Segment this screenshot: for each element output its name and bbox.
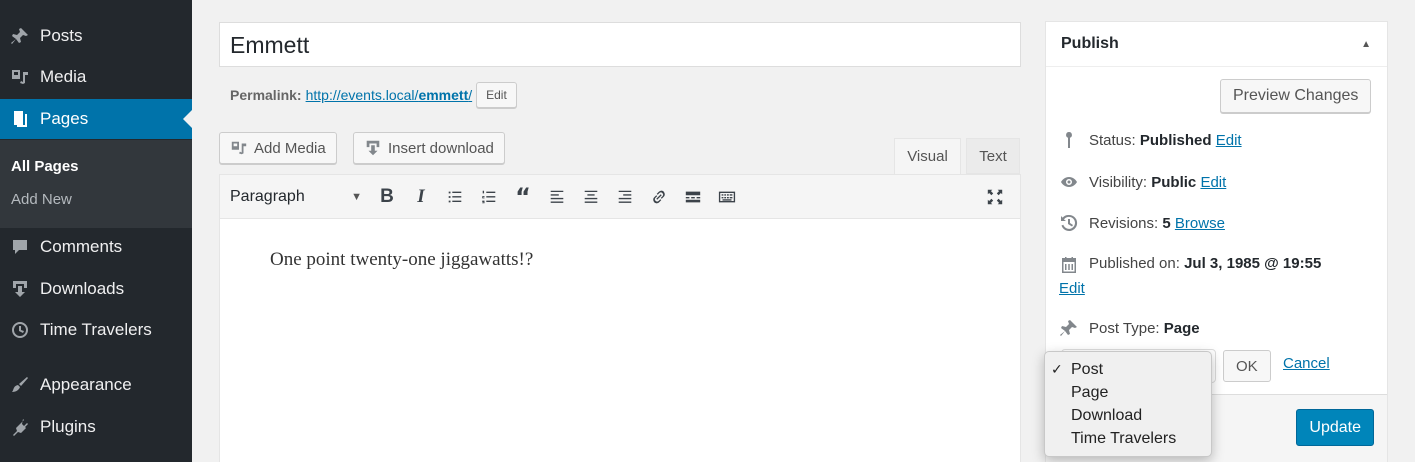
plugin-icon	[0, 417, 40, 437]
publish-header[interactable]: Publish ▲	[1046, 22, 1387, 67]
visibility-edit-link[interactable]: Edit	[1200, 174, 1226, 191]
pin-icon	[0, 26, 40, 46]
keyboard-icon	[718, 191, 736, 202]
pin-icon	[1066, 132, 1072, 148]
align-left-button[interactable]	[540, 182, 574, 212]
preview-changes-button[interactable]: Preview Changes	[1220, 79, 1372, 113]
align-center-button[interactable]	[574, 182, 608, 212]
checkmark-icon: ✓	[1051, 361, 1063, 378]
fullscreen-icon	[987, 189, 1003, 204]
dropdown-option-time-travelers[interactable]: Time Travelers	[1045, 427, 1211, 450]
sidebar-item-plugins[interactable]: Plugins	[0, 407, 192, 447]
clock-icon	[0, 320, 40, 340]
sidebar-item-pages[interactable]: Pages	[0, 99, 192, 139]
insert-link-button[interactable]	[642, 182, 676, 212]
fullscreen-button[interactable]	[978, 182, 1012, 212]
paintbrush-icon	[0, 375, 40, 395]
align-center-icon	[584, 190, 598, 203]
visibility-row: Visibility: Public Edit	[1059, 172, 1226, 192]
permalink-edit-button[interactable]: Edit	[476, 82, 517, 108]
post-title-input[interactable]: Emmett	[219, 22, 1021, 67]
download-icon	[366, 140, 380, 156]
submenu-add-new[interactable]: Add New	[11, 191, 72, 208]
collapse-arrow-icon[interactable]: ▲	[1361, 39, 1371, 50]
link-icon	[653, 190, 665, 203]
editor-paragraph[interactable]: One point twenty-one jiggawatts!?	[270, 249, 533, 271]
sidebar-item-appearance[interactable]: Appearance	[0, 365, 192, 405]
sidebar-item-label: Comments	[40, 237, 123, 256]
sidebar-item-label: Pages	[40, 109, 89, 128]
submenu-all-pages[interactable]: All Pages	[11, 158, 79, 175]
browse-revisions-link[interactable]: Browse	[1175, 215, 1225, 232]
sidebar-item-posts[interactable]: Posts	[0, 16, 192, 56]
media-icon	[231, 141, 247, 155]
align-right-icon	[618, 190, 632, 203]
editor-toolbar: Paragraph ▼ B I “	[219, 174, 1021, 219]
download-icon	[0, 279, 40, 299]
publish-title: Publish	[1061, 35, 1119, 52]
sidebar-item-comments[interactable]: Comments	[0, 227, 192, 267]
post-type-cancel-link[interactable]: Cancel	[1283, 355, 1330, 372]
sidebar-item-label: Plugins	[40, 417, 96, 436]
numbered-list-icon	[482, 190, 496, 203]
bullet-list-button[interactable]	[438, 182, 472, 212]
admin-sidebar: Posts Media Pages All Pages Add New Comm…	[0, 0, 192, 462]
bold-button[interactable]: B	[370, 182, 404, 212]
insert-download-button[interactable]: Insert download	[353, 132, 505, 164]
eye-icon	[1061, 177, 1077, 187]
numbered-list-button[interactable]	[472, 182, 506, 212]
pages-submenu: All Pages Add New	[0, 140, 192, 228]
tab-text[interactable]: Text	[966, 138, 1020, 174]
sidebar-item-downloads[interactable]: Downloads	[0, 269, 192, 309]
post-type-dropdown: ✓ Post Page Download Time Travelers	[1044, 351, 1212, 457]
sidebar-item-label: Downloads	[40, 279, 125, 298]
permalink-label: Permalink:	[230, 87, 302, 103]
add-media-button[interactable]: Add Media	[219, 132, 337, 164]
sidebar-item-label: Media	[40, 67, 87, 86]
permalink-link[interactable]: http://events.local/emmett/	[306, 87, 473, 103]
editor-content-area[interactable]: One point twenty-one jiggawatts!?	[219, 219, 1021, 462]
published-date-edit-link[interactable]: Edit	[1059, 280, 1085, 297]
sidebar-item-media[interactable]: Media	[0, 57, 192, 97]
calendar-icon	[1062, 257, 1076, 273]
dropdown-option-download[interactable]: Download	[1045, 404, 1211, 427]
media-icon	[0, 67, 40, 87]
pages-icon	[0, 109, 40, 129]
sidebar-item-time-travelers[interactable]: Time Travelers	[0, 310, 192, 350]
update-button[interactable]: Update	[1296, 409, 1374, 446]
history-icon	[1061, 214, 1078, 231]
published-date-row: Published on: Jul 3, 1985 @ 19:55	[1059, 255, 1321, 275]
revisions-row: Revisions: 5 Browse	[1059, 213, 1225, 233]
italic-button[interactable]: I	[404, 182, 438, 212]
format-select[interactable]: Paragraph ▼	[230, 188, 370, 206]
comments-icon	[0, 237, 40, 257]
permalink-bar: Permalink: http://events.local/emmett/ E…	[230, 82, 517, 108]
sidebar-item-label: Time Travelers	[40, 320, 152, 339]
align-right-button[interactable]	[608, 182, 642, 212]
chevron-down-icon: ▼	[351, 190, 362, 203]
status-row: Status: Published Edit	[1059, 130, 1242, 150]
read-more-button[interactable]	[676, 182, 710, 212]
status-edit-link[interactable]: Edit	[1216, 132, 1242, 149]
post-type-ok-button[interactable]: OK	[1223, 350, 1271, 382]
pin-icon	[1060, 320, 1077, 336]
blockquote-button[interactable]: “	[506, 182, 540, 212]
toolbar-toggle-button[interactable]	[710, 182, 744, 212]
sidebar-item-label: Posts	[40, 26, 83, 45]
bullet-list-icon	[448, 191, 462, 202]
read-more-icon	[685, 191, 701, 202]
dropdown-option-page[interactable]: Page	[1045, 381, 1211, 404]
align-left-icon	[550, 190, 564, 203]
sidebar-item-label: Appearance	[40, 375, 132, 394]
dropdown-option-post[interactable]: ✓ Post	[1045, 358, 1211, 381]
tab-visual[interactable]: Visual	[894, 138, 961, 174]
post-type-row: Post Type: Page	[1059, 318, 1200, 338]
